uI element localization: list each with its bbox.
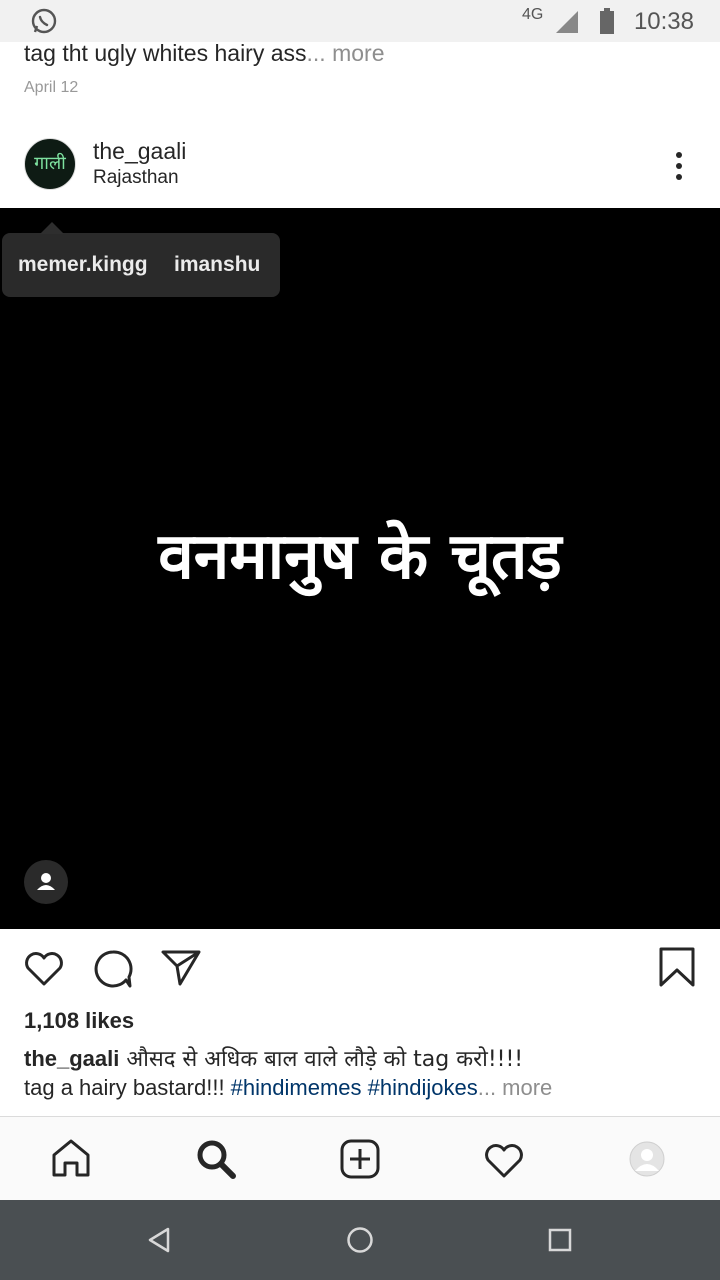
comment-icon[interactable] <box>92 948 134 990</box>
likes-count[interactable]: 1,108 likes <box>24 1008 134 1034</box>
previous-caption-text: tag tht ugly whites hairy ass <box>24 40 307 66</box>
home-icon[interactable] <box>50 1137 92 1179</box>
post-caption-line2: tag a hairy bastard!!! #hindimemes #hind… <box>24 1075 552 1101</box>
person-icon <box>37 873 55 890</box>
home-button-icon[interactable] <box>346 1226 374 1254</box>
system-navigation-bar <box>0 1200 720 1280</box>
more-link[interactable]: ... more <box>307 40 385 66</box>
profile-icon[interactable] <box>629 1141 665 1177</box>
hashtag-link[interactable]: #hindimemes <box>231 1075 362 1100</box>
post-caption: the_gaali औसद से अधिक बाल वाले लौड़े को … <box>24 1043 523 1073</box>
caption-text: औसद से अधिक बाल वाले लौड़े को tag करो!!!… <box>119 1047 524 1072</box>
tagged-users-button[interactable] <box>24 860 68 904</box>
avatar[interactable]: गाली <box>24 138 76 190</box>
previous-post-caption: tag tht ugly whites hairy ass... more <box>24 40 385 67</box>
share-icon[interactable] <box>160 948 202 988</box>
post-location[interactable]: Rajasthan <box>93 167 179 189</box>
clock: 10:38 <box>633 8 694 35</box>
recents-icon[interactable] <box>548 1228 572 1252</box>
battery-icon <box>600 8 614 34</box>
caption-username[interactable]: the_gaali <box>24 1046 119 1071</box>
signal-icon <box>556 11 578 33</box>
user-tag[interactable]: imanshu <box>174 253 260 277</box>
more-options-icon[interactable] <box>664 146 694 186</box>
network-type: 4G <box>522 6 544 23</box>
status-bar: 4G 10:38 <box>0 0 720 42</box>
image-text: वनमानुष के चूतड़ <box>158 520 562 594</box>
post-username[interactable]: the_gaali <box>93 138 186 165</box>
caption-text-line2: tag a hairy bastard!!! <box>24 1075 231 1100</box>
whatsapp-icon <box>31 8 57 34</box>
add-post-icon[interactable] <box>339 1138 381 1180</box>
user-tag[interactable]: memer.kingg <box>18 253 148 277</box>
hashtag-link[interactable]: #hindijokes <box>368 1075 478 1100</box>
bookmark-icon[interactable] <box>658 946 696 988</box>
like-icon[interactable] <box>22 948 66 988</box>
more-link[interactable]: ... more <box>478 1075 553 1100</box>
post-date: April 12 <box>24 79 79 96</box>
activity-heart-icon[interactable] <box>482 1140 526 1180</box>
user-tags-bubble: memer.kingg imanshu <box>2 233 280 297</box>
avatar-logo: गाली <box>34 153 66 174</box>
search-icon[interactable] <box>194 1137 238 1181</box>
back-icon[interactable] <box>146 1226 174 1254</box>
bottom-navigation <box>0 1116 720 1201</box>
